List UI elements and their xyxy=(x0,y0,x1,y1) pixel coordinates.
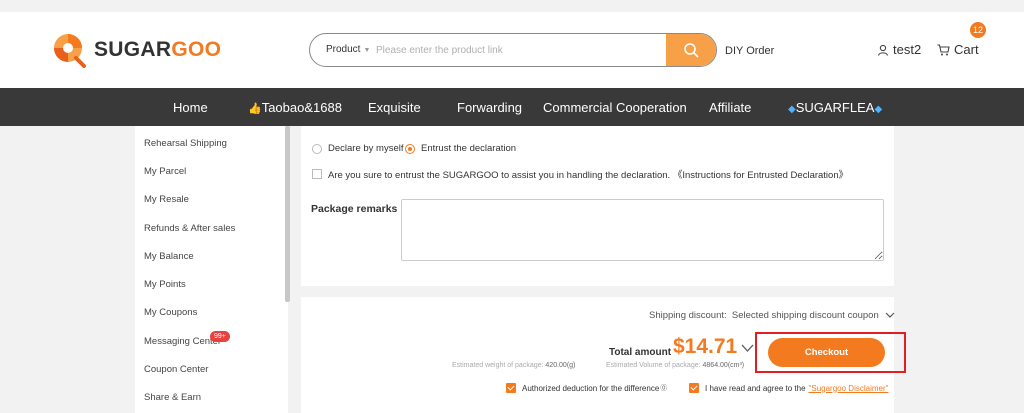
nav-commercial-cooperation[interactable]: Commercial Cooperation xyxy=(543,100,687,115)
account-sidebar: Rehearsal Shipping My Parcel My Resale R… xyxy=(135,126,288,413)
search-bar: Product ▼ xyxy=(309,33,717,67)
radio-selected-icon xyxy=(405,143,415,154)
checkbox-checked-icon xyxy=(506,383,516,393)
nav-affiliate[interactable]: Affiliate xyxy=(709,100,751,115)
messaging-badge: 99+ xyxy=(210,331,230,342)
logo-text: SUGARGOO xyxy=(94,38,222,61)
diy-order-link[interactable]: DIY Order xyxy=(725,45,774,57)
entrust-declaration-radio[interactable]: Entrust the declaration xyxy=(405,143,516,154)
sidebar-item-my-points[interactable]: My Points xyxy=(144,279,186,290)
checkbox-checked-icon xyxy=(689,383,699,393)
user-icon xyxy=(877,44,889,56)
help-icon[interactable]: ⓪ xyxy=(660,383,667,393)
chevron-down-icon xyxy=(885,312,895,318)
chevron-down-icon xyxy=(741,344,754,352)
sidebar-item-my-balance[interactable]: My Balance xyxy=(144,251,194,262)
entrust-confirm-checkbox[interactable]: Are you sure to entrust the SUGARGOO to … xyxy=(312,167,848,181)
search-type-select[interactable]: Product ▼ xyxy=(326,44,370,55)
shipping-discount-select[interactable]: Shipping discount: Selected shipping dis… xyxy=(649,310,895,321)
sidebar-item-coupon-center[interactable]: Coupon Center xyxy=(144,364,208,375)
search-icon xyxy=(684,43,699,58)
package-remarks-textarea[interactable] xyxy=(401,199,884,261)
estimated-volume: Estimated Volume of package: 4864.00(cm³… xyxy=(606,362,745,369)
chevron-down-icon: ▼ xyxy=(363,47,371,54)
sidebar-item-my-coupons[interactable]: My Coupons xyxy=(144,307,197,318)
diamond-icon: ◆ xyxy=(788,104,796,115)
nav-exquisite[interactable]: Exquisite xyxy=(368,100,421,115)
cart-link[interactable]: Cart xyxy=(937,42,979,57)
sidebar-item-my-resale[interactable]: My Resale xyxy=(144,194,189,205)
package-remarks-label: Package remarks xyxy=(311,203,398,215)
declare-by-myself-radio[interactable]: Declare by myself xyxy=(312,143,404,154)
cart-label: Cart xyxy=(954,42,979,57)
sidebar-scrollbar[interactable] xyxy=(285,126,290,302)
nav-sugarflea[interactable]: ◆SUGARFLEA◆ xyxy=(788,100,882,115)
user-account-link[interactable]: test2 xyxy=(877,42,921,57)
checkout-button[interactable]: Checkout xyxy=(768,338,885,367)
user-name: test2 xyxy=(893,42,922,57)
diamond-icon: ◆ xyxy=(874,104,883,115)
search-button[interactable] xyxy=(666,34,716,66)
total-amount-label: Total amount xyxy=(609,347,672,358)
cart-icon xyxy=(937,43,950,55)
estimated-weight: Estimated weight of package: 420.00(g) xyxy=(452,362,576,369)
nav-home[interactable]: Home xyxy=(173,100,208,115)
total-details-toggle[interactable] xyxy=(741,340,754,358)
checkbox-icon xyxy=(312,169,322,179)
nav-forwarding[interactable]: Forwarding xyxy=(457,100,522,115)
cart-count-badge: 12 xyxy=(970,22,986,38)
site-header: SUGARGOO Product▼ DIY Order test2 Cart xyxy=(0,12,1024,88)
authorized-deduction-checkbox[interactable]: Authorized deduction for the difference … xyxy=(506,383,667,393)
sidebar-item-rehearsal-shipping[interactable]: Rehearsal Shipping xyxy=(144,138,227,149)
sidebar-item-refunds[interactable]: Refunds & After sales xyxy=(144,223,235,234)
nav-taobao-1688[interactable]: 👍Taobao&1688 xyxy=(248,100,342,115)
sugargoo-logo[interactable]: SUGARGOO xyxy=(52,32,221,68)
thumbs-up-icon: 👍 xyxy=(248,103,262,115)
disclaimer-link[interactable]: "Sugargoo Disclaimer" xyxy=(809,384,889,393)
agree-disclaimer-checkbox[interactable]: I have read and agree to the "Sugargoo D… xyxy=(689,383,888,393)
sidebar-item-share-earn[interactable]: Share & Earn xyxy=(144,392,201,403)
main-nav: Home 👍Taobao&1688 Exquisite Forwarding C… xyxy=(0,88,1024,126)
sidebar-item-my-parcel[interactable]: My Parcel xyxy=(144,166,186,177)
total-amount-value: $14.71 xyxy=(673,335,738,358)
radio-icon xyxy=(312,143,322,154)
logo-icon xyxy=(52,32,88,68)
search-input[interactable] xyxy=(376,39,666,61)
